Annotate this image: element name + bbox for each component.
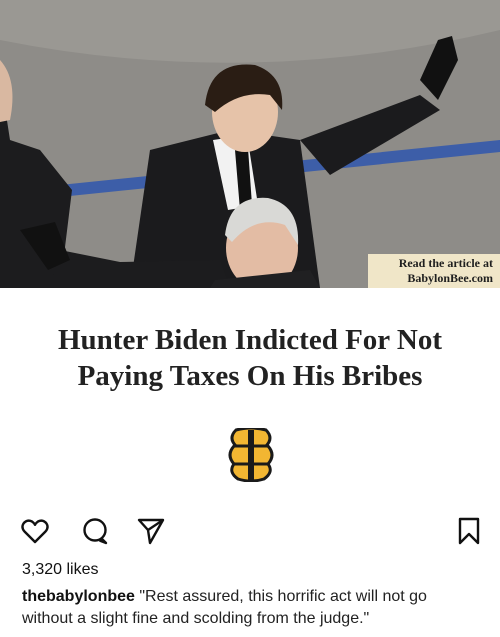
heart-icon[interactable]	[20, 516, 50, 546]
post-image[interactable]: Read the article at BabylonBee.com	[0, 0, 500, 288]
comment-icon[interactable]	[80, 516, 110, 546]
banner-line-1: Read the article at	[398, 256, 493, 270]
headline-line-2: Paying Taxes On His Bribes	[77, 360, 423, 392]
read-article-banner[interactable]: Read the article at BabylonBee.com	[368, 254, 500, 288]
post-caption: thebabylonbee "Rest assured, this horrif…	[22, 586, 482, 630]
headline-card: Hunter Biden Indicted For Not Paying Tax…	[0, 288, 500, 508]
post-photo	[0, 0, 500, 288]
send-icon[interactable]	[136, 516, 166, 546]
likes-count[interactable]: 3,320 likes	[22, 561, 99, 579]
babylon-bee-logo-icon	[228, 426, 274, 483]
bookmark-icon[interactable]	[454, 516, 484, 546]
article-headline: Hunter Biden Indicted For Not Paying Tax…	[20, 322, 480, 394]
post-actions-bar	[0, 508, 500, 554]
headline-line-1: Hunter Biden Indicted For Not	[57, 324, 442, 356]
banner-line-2: BabylonBee.com	[407, 271, 493, 285]
caption-username[interactable]: thebabylonbee	[22, 588, 135, 605]
